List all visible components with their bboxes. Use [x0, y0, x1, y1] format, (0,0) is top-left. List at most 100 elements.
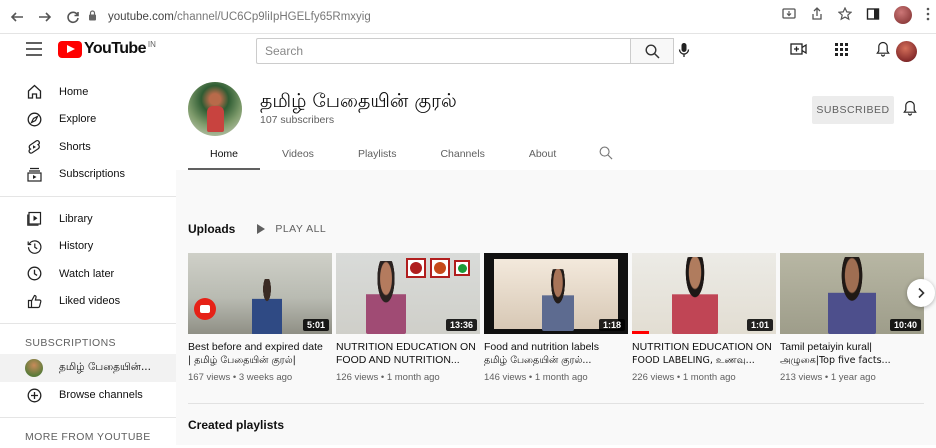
video-thumbnail[interactable]: 1:01: [632, 253, 776, 334]
channel-avatar[interactable]: [188, 82, 242, 136]
watch-progress-bar: [632, 331, 650, 334]
channel-search-icon[interactable]: [586, 138, 626, 168]
sidebar-item-subscriptions[interactable]: Subscriptions: [0, 161, 176, 189]
video-duration: 13:36: [445, 319, 477, 331]
lock-icon: [88, 10, 102, 24]
library-icon: [25, 210, 43, 228]
youtube-play-logo-icon: [58, 40, 82, 58]
video-duration: 5:01: [302, 319, 329, 331]
youtube-watermark-icon: [194, 298, 216, 320]
sidebar-item-label: Watch later: [59, 267, 115, 280]
video-title[interactable]: NUTRITION EDUCATION ON FOOD AND NUTRITION…: [336, 341, 480, 367]
section-divider: [188, 403, 924, 404]
search-button[interactable]: [630, 38, 674, 64]
play-icon: [257, 224, 266, 234]
video-meta: 167 views • 3 weeks ago: [188, 372, 293, 383]
sidebar-item-label: Shorts: [59, 140, 91, 153]
share-icon[interactable]: [810, 6, 824, 24]
play-all-label: PLAY ALL: [275, 223, 327, 235]
sidebar-item-liked-videos[interactable]: Liked videos: [0, 288, 176, 316]
channel-notifications-bell-icon[interactable]: [903, 100, 917, 121]
sidebar-item-label: Library: [59, 212, 93, 225]
thumbs-up-icon: [25, 292, 43, 310]
created-playlists-title[interactable]: Created playlists: [188, 418, 284, 432]
traffic-light-graphic: [406, 258, 470, 278]
browser-menu-icon[interactable]: [926, 7, 930, 24]
video-meta: 213 views • 1 year ago: [780, 372, 876, 383]
sidebar: Home Explore Shorts Subscriptions Librar…: [0, 66, 176, 445]
tab-videos[interactable]: Videos: [260, 138, 336, 170]
video-duration: 1:01: [746, 319, 773, 331]
channel-tabs: Home Videos Playlists Channels About: [188, 138, 626, 170]
video-thumbnail[interactable]: 13:36: [336, 253, 480, 334]
video-thumbnail[interactable]: 1:18: [484, 253, 628, 334]
browser-profile-avatar[interactable]: [894, 6, 912, 24]
video-title[interactable]: Tamil petaiyin kural| அழுகை|Top five fact…: [780, 341, 924, 367]
sidebar-item-label: Liked videos: [59, 295, 121, 308]
clock-icon: [25, 265, 43, 283]
sidebar-item-home[interactable]: Home: [0, 78, 176, 106]
uploads-shelf: 5:01 Best before and expired date | தமிழ்…: [188, 253, 936, 393]
sidebar-item-library[interactable]: Library: [0, 205, 176, 233]
sidebar-item-watch-later[interactable]: Watch later: [0, 260, 176, 288]
tab-about[interactable]: About: [507, 138, 578, 170]
tab-playlists[interactable]: Playlists: [336, 138, 419, 170]
tab-channels[interactable]: Channels: [418, 138, 506, 170]
video-card[interactable]: 1:01 NUTRITION EDUCATION ON FOOD LABELING…: [632, 253, 776, 383]
play-all-button[interactable]: PLAY ALL: [257, 223, 326, 235]
side-panel-icon[interactable]: [866, 7, 880, 24]
sidebar-item-explore[interactable]: Explore: [0, 106, 176, 134]
url-host: youtube.com: [108, 11, 174, 23]
reload-icon[interactable]: [62, 6, 84, 28]
video-card[interactable]: 5:01 Best before and expired date | தமிழ்…: [188, 253, 332, 383]
bookmark-star-icon[interactable]: [837, 6, 853, 24]
sidebar-item-label: Home: [59, 85, 89, 98]
sidebar-item-browse-channels[interactable]: Browse channels: [0, 382, 176, 410]
video-card[interactable]: 13:36 NUTRITION EDUCATION ON FOOD AND NUT…: [336, 253, 480, 383]
subscriptions-heading: SUBSCRIPTIONS: [25, 337, 116, 349]
logo-country-code: IN: [147, 39, 156, 49]
voice-search-button[interactable]: [678, 42, 690, 63]
sidebar-divider: [0, 196, 176, 197]
subscribed-button[interactable]: SUBSCRIBED: [812, 96, 894, 124]
shorts-icon: [25, 138, 43, 156]
microphone-icon: [678, 43, 690, 57]
search-input[interactable]: [256, 38, 630, 64]
video-title[interactable]: Best before and expired date | தமிழ் பேதை…: [188, 341, 332, 367]
notifications-bell-icon[interactable]: [876, 41, 890, 62]
youtube-logo[interactable]: YouTube IN: [58, 40, 156, 58]
shelf-next-button[interactable]: [907, 279, 935, 307]
sidebar-item-label: Browse channels: [59, 389, 143, 402]
search-icon: [644, 43, 660, 59]
channel-page: தமிழ் பேதையின் குரல் 107 subscribers SUB…: [176, 66, 936, 445]
back-arrow-icon[interactable]: [6, 6, 28, 28]
video-meta: 126 views • 1 month ago: [336, 372, 440, 383]
tab-home[interactable]: Home: [188, 138, 261, 170]
subscriptions-icon: [25, 165, 43, 183]
sidebar-divider: [0, 417, 176, 418]
forward-arrow-icon[interactable]: [34, 6, 56, 28]
video-card[interactable]: 10:40 Tamil petaiyin kural| அழுகை|Top fiv…: [780, 253, 924, 383]
video-thumbnail[interactable]: 10:40: [780, 253, 924, 334]
sidebar-item-label: Subscriptions: [59, 168, 126, 181]
video-duration: 1:18: [598, 319, 625, 331]
sidebar-item-history[interactable]: History: [0, 233, 176, 261]
home-icon: [25, 83, 43, 101]
install-app-icon[interactable]: [782, 7, 796, 24]
browser-toolbar: youtube.com/channel/UC6Cp9liIpHGELfy65Rm…: [0, 0, 936, 34]
video-duration: 10:40: [889, 319, 921, 331]
search-box: [256, 38, 674, 64]
uploads-title[interactable]: Uploads: [188, 222, 235, 236]
hamburger-menu-icon[interactable]: [26, 42, 42, 56]
video-thumbnail[interactable]: 5:01: [188, 253, 332, 334]
video-title[interactable]: NUTRITION EDUCATION ON FOOD LABELING, உணவ…: [632, 341, 776, 367]
video-card[interactable]: 1:18 Food and nutrition labels தமிழ் பேதை…: [484, 253, 628, 383]
video-title[interactable]: Food and nutrition labels தமிழ் பேதையின் …: [484, 341, 628, 367]
channel-name: தமிழ் பேதையின் குரல்: [260, 90, 457, 112]
sidebar-item-shorts[interactable]: Shorts: [0, 133, 176, 161]
user-avatar[interactable]: [896, 41, 917, 62]
create-video-icon[interactable]: [790, 42, 807, 61]
sidebar-subscription-channel[interactable]: தமிழ் பேதையின்...: [0, 354, 176, 382]
apps-grid-icon[interactable]: [835, 42, 848, 61]
address-bar[interactable]: youtube.com/channel/UC6Cp9liIpHGELfy65Rm…: [88, 6, 708, 28]
